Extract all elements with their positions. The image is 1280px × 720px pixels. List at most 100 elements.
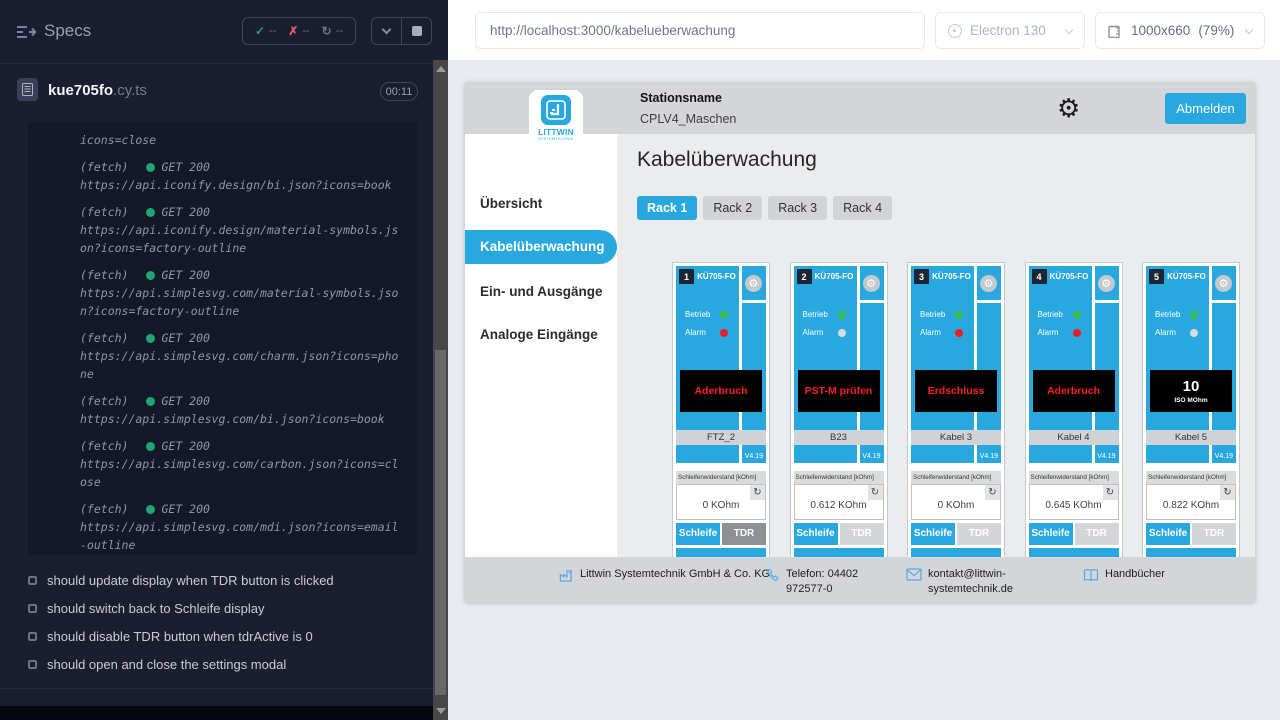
logo-subtext: SYSTEMTECHNIK — [529, 137, 583, 141]
log-entry[interactable]: (fetch) GET 200 icons=close — [80, 131, 405, 149]
betrieb-row: Betrieb — [1038, 310, 1081, 319]
tdr-button[interactable]: TDR — [722, 523, 766, 545]
resistance-header: Schleifenwiderstand [kOhm] — [911, 471, 1001, 484]
test-item[interactable]: should open and close the settings modal — [28, 650, 428, 678]
refresh-icon[interactable]: ↻ — [1220, 485, 1235, 500]
test-item[interactable]: should switch back to Schleife display — [28, 594, 428, 622]
log-entry[interactable]: (fetch) GET 200 https://api.iconify.desi… — [80, 203, 405, 257]
scrollbar-thumb[interactable] — [435, 350, 446, 695]
footer-text: Telefon: 04402 972577-0 — [786, 567, 890, 597]
specs-menu-icon[interactable] — [16, 25, 36, 39]
restart-icon: ↻ — [322, 24, 332, 38]
test-label: should switch back to Schleife display — [47, 601, 265, 616]
viewport-size: 1000x660 — [1131, 23, 1190, 38]
footer-item[interactable]: Littwin Systemtechnik GmbH & Co. KG — [558, 567, 780, 588]
device-settings-gear-icon[interactable]: ⚙ — [980, 275, 997, 292]
device-settings-gear-icon[interactable]: ⚙ — [745, 275, 762, 292]
sidebar-item[interactable]: Übersicht — [465, 189, 617, 219]
success-dot-icon — [146, 163, 155, 172]
log-fetch-line: (fetch) GET 200 — [80, 392, 405, 410]
log-url: https://api.iconify.design/bi.json?icons… — [80, 176, 405, 194]
viewport-select[interactable]: 1000x660 (79%) — [1095, 12, 1265, 49]
footer-item[interactable]: kontakt@littwin-systemtechnik.de — [906, 567, 1043, 597]
log-entry[interactable]: (fetch) GET 200 https://api.simplesvg.co… — [80, 392, 405, 428]
test-item[interactable]: should update display when TDR button is… — [28, 566, 428, 594]
collapse-button[interactable] — [372, 18, 401, 44]
log-entry[interactable]: (fetch) GET 200 https://api.simplesvg.co… — [80, 266, 405, 320]
rack-tab[interactable]: Rack 1 — [637, 196, 697, 220]
runner-controls — [371, 17, 432, 45]
alarm-led — [838, 329, 846, 337]
rack-tab[interactable]: Rack 4 — [833, 196, 892, 220]
tdr-button[interactable]: TDR — [840, 523, 884, 545]
mode-buttons: Schleife TDR — [911, 523, 1001, 545]
unit-divider — [742, 300, 766, 303]
stop-button[interactable] — [401, 18, 431, 44]
sidebar-item[interactable]: Ein- und Ausgänge — [465, 277, 617, 307]
log-entry[interactable]: (fetch) GET 200 https://api.iconify.desi… — [80, 158, 405, 194]
refresh-icon[interactable]: ↻ — [1103, 485, 1118, 500]
footer-item[interactable]: Handbücher — [1083, 567, 1215, 587]
check-icon: ✓ — [255, 24, 265, 38]
footer-text: Littwin Systemtechnik GmbH & Co. KG — [580, 567, 780, 588]
spec-name: kue705fo.cy.ts — [48, 82, 147, 99]
alarm-label: Alarm — [685, 328, 715, 337]
scroll-down-icon[interactable] — [436, 708, 446, 714]
schleife-button[interactable]: Schleife — [911, 523, 955, 545]
schleife-button[interactable]: Schleife — [1029, 523, 1073, 545]
log-entry[interactable]: (fetch) GET 200 https://api.simplesvg.co… — [80, 437, 405, 491]
footer-item[interactable]: Telefon: 04402 972577-0 — [765, 567, 890, 597]
device-unit: 1 KÜ705-FO ⚙ Betrieb Alarm Aderbruch — [676, 266, 766, 463]
tdr-button[interactable]: TDR — [1192, 523, 1236, 545]
device-settings-gear-icon[interactable]: ⚙ — [1215, 275, 1232, 292]
logout-button[interactable]: Abmelden — [1165, 93, 1246, 124]
cable-label: Kabel 5 — [1146, 430, 1236, 445]
spec-file-row[interactable]: kue705fo.cy.ts 00:11 — [0, 64, 448, 120]
fetch-label: (fetch) — [80, 329, 128, 347]
log-url: https://api.simplesvg.com/mdi.json?icons… — [80, 518, 405, 554]
refresh-icon[interactable]: ↻ — [985, 485, 1000, 500]
device-settings-gear-icon[interactable]: ⚙ — [1098, 275, 1115, 292]
resistance-display: ↻ 0.822 KOhm — [1146, 484, 1236, 520]
url-input[interactable] — [475, 12, 925, 49]
schleife-button[interactable]: Schleife — [794, 523, 838, 545]
settings-gear-icon[interactable]: ⚙ — [1057, 89, 1080, 127]
log-fetch-line: (fetch) GET 200 — [80, 329, 405, 347]
firmware-version: V4.19 — [980, 453, 998, 460]
success-dot-icon — [146, 208, 155, 217]
log-entry[interactable]: (fetch) GET 200 https://api.simplesvg.co… — [80, 329, 405, 383]
chevron-down-icon — [382, 25, 392, 35]
rack-tab[interactable]: Rack 2 — [703, 196, 762, 220]
log-url: icons=close — [80, 131, 405, 149]
refresh-icon[interactable]: ↻ — [868, 485, 883, 500]
tdr-button[interactable]: TDR — [957, 523, 1001, 545]
reporter-scrollbar[interactable] — [433, 60, 448, 720]
app-window: Stationsname CPLV4_Maschen ⚙ Abmelden LI… — [465, 82, 1255, 602]
device-settings-gear-icon[interactable]: ⚙ — [863, 275, 880, 292]
test-item[interactable]: should disable TDR button when tdrActive… — [28, 622, 428, 650]
alarm-led — [955, 329, 963, 337]
log-entry[interactable]: (fetch) GET 200 https://api.simplesvg.co… — [80, 500, 405, 554]
browser-select[interactable]: Electron 130 — [935, 12, 1085, 49]
fetch-label: (fetch) — [80, 266, 128, 284]
rack-tab[interactable]: Rack 3 — [768, 196, 827, 220]
sidebar-item[interactable]: Analoge Eingänge — [465, 320, 617, 350]
resistance-display: ↻ 0 KOhm — [676, 484, 766, 520]
factory-icon — [558, 567, 574, 588]
schleife-button[interactable]: Schleife — [1146, 523, 1190, 545]
schleife-button[interactable]: Schleife — [676, 523, 720, 545]
sidebar-item[interactable]: Kabelüberwachung — [465, 230, 617, 264]
resistance-header: Schleifenwiderstand [kOhm] — [1146, 471, 1236, 484]
sidebar-item-label: Ein- und Ausgänge — [480, 284, 603, 299]
scroll-up-icon[interactable] — [436, 66, 446, 72]
device-model: KÜ705-FO — [694, 272, 739, 281]
logo-text: LITTWIN — [529, 127, 583, 137]
refresh-icon[interactable]: ↻ — [750, 485, 765, 500]
log-fetch-line: (fetch) GET 200 — [80, 437, 405, 455]
tdr-button[interactable]: TDR — [1075, 523, 1119, 545]
command-log: (fetch) GET 200 icons=close (fetch) GET … — [28, 122, 417, 555]
cable-label: Kabel 4 — [1029, 430, 1119, 445]
success-dot-icon — [146, 334, 155, 343]
slot-number: 4 — [1032, 269, 1047, 284]
firmware-version: V4.19 — [745, 453, 763, 460]
